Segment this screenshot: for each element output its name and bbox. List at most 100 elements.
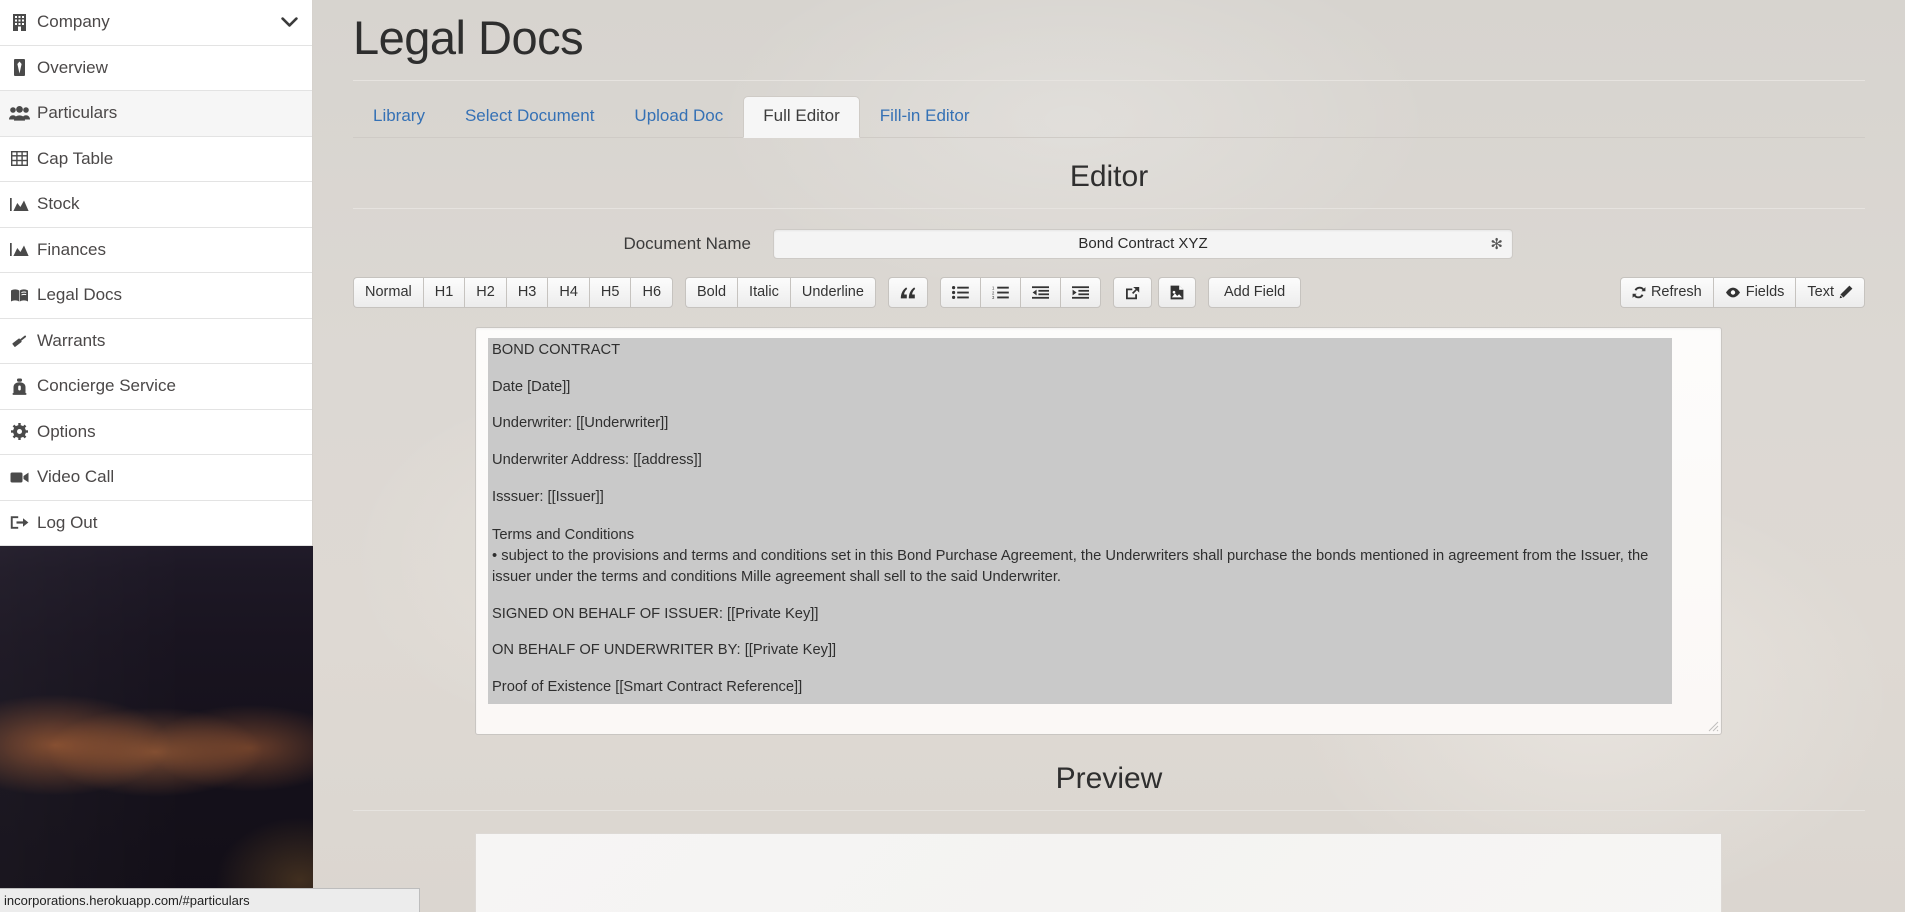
italic-button[interactable]: Italic bbox=[737, 277, 790, 309]
sidebar-item-label: Warrants bbox=[37, 330, 106, 350]
tab-full-editor[interactable]: Full Editor bbox=[743, 96, 860, 138]
refresh-button[interactable]: Refresh bbox=[1619, 276, 1713, 308]
editor-toolbar: Normal H1 H2 H3 H4 H5 H6 Bold Italic Und… bbox=[353, 269, 1865, 315]
add-field-button-group: Add Field bbox=[1207, 277, 1302, 309]
sidebar-item-label: Cap Table bbox=[37, 148, 114, 168]
area-chart-icon bbox=[8, 197, 30, 212]
browser-status-bar: incorporations.herokuapp.com/#particular… bbox=[0, 888, 420, 912]
editor-toolbar-right-group: Refresh Fields Text bbox=[1619, 276, 1865, 308]
sidebar-item-options[interactable]: Options bbox=[0, 409, 312, 455]
tab-library[interactable]: Library bbox=[353, 96, 445, 137]
document-line: Date [Date]] bbox=[492, 378, 571, 395]
sidebar-nav: Company Overview Particulars Cap Table S… bbox=[0, 0, 313, 546]
gavel-icon bbox=[8, 333, 30, 349]
heading-button-group: Normal H1 H2 H3 H4 H5 H6 bbox=[353, 277, 674, 309]
area-chart-icon bbox=[8, 242, 30, 257]
format-normal-button[interactable]: Normal bbox=[353, 277, 423, 309]
format-h1-button[interactable]: H1 bbox=[422, 277, 465, 309]
sidebar-item-label: Finances bbox=[37, 239, 106, 259]
sidebar-item-particulars[interactable]: Particulars bbox=[0, 91, 312, 137]
indent-button[interactable] bbox=[1059, 277, 1101, 309]
sidebar-item-label: Log Out bbox=[37, 512, 98, 532]
bullet-list-icon bbox=[951, 286, 969, 300]
list-indent-button-group: 123 bbox=[939, 277, 1101, 309]
sidebar-item-overview[interactable]: Overview bbox=[0, 45, 312, 91]
tab-select-document[interactable]: Select Document bbox=[445, 96, 614, 137]
refresh-icon bbox=[1632, 286, 1646, 299]
format-h2-button[interactable]: H2 bbox=[464, 277, 506, 309]
outdent-button[interactable] bbox=[1019, 277, 1060, 309]
tab-upload-doc[interactable]: Upload Doc bbox=[614, 96, 743, 137]
add-field-button[interactable]: Add Field bbox=[1207, 277, 1302, 309]
sidebar-item-cap-table[interactable]: Cap Table bbox=[0, 136, 312, 182]
numbered-list-button[interactable]: 123 bbox=[979, 277, 1020, 309]
preview-pane[interactable] bbox=[475, 832, 1722, 912]
document-editor[interactable]: BOND CONTRACT Date [Date]] Underwriter: … bbox=[475, 326, 1722, 735]
text-button-label: Text bbox=[1807, 283, 1834, 300]
document-name-label: Document Name bbox=[623, 233, 751, 253]
eye-icon bbox=[1725, 287, 1741, 298]
document-name-input[interactable]: Bond Contract XYZ ✻ bbox=[773, 228, 1513, 259]
sidebar-item-label: Video Call bbox=[37, 467, 115, 487]
tab-fill-in-editor[interactable]: Fill-in Editor bbox=[860, 96, 990, 137]
sidebar-item-legal-docs[interactable]: Legal Docs bbox=[0, 273, 312, 319]
format-h6-button[interactable]: H6 bbox=[630, 277, 674, 309]
page-title: Legal Docs bbox=[353, 0, 1865, 81]
document-line: Underwriter: [[Underwriter]] bbox=[492, 415, 669, 432]
resize-handle[interactable] bbox=[1706, 719, 1719, 732]
text-button[interactable]: Text bbox=[1795, 276, 1865, 308]
image-button[interactable] bbox=[1157, 277, 1196, 309]
pencil-icon bbox=[1839, 285, 1853, 299]
document-line: Underwriter Address: [[address]] bbox=[492, 452, 702, 469]
sidebar-item-label: Concierge Service bbox=[37, 376, 176, 396]
svg-text:3: 3 bbox=[992, 295, 995, 299]
document-line: BOND CONTRACT bbox=[492, 341, 621, 358]
blockquote-button[interactable] bbox=[887, 277, 928, 309]
format-h4-button[interactable]: H4 bbox=[547, 277, 589, 309]
sidebar-item-label: Options bbox=[37, 421, 96, 441]
sidebar-item-label: Overview bbox=[37, 57, 108, 77]
sidebar-item-video-call[interactable]: Video Call bbox=[0, 455, 312, 501]
sidebar-item-company[interactable]: Company bbox=[0, 0, 312, 46]
tab-bar: Library Select Document Upload Doc Full … bbox=[353, 81, 1865, 138]
status-bar-url: incorporations.herokuapp.com/#particular… bbox=[4, 893, 250, 908]
image-icon bbox=[1170, 285, 1184, 300]
table-icon bbox=[8, 151, 30, 167]
bullet-list-button[interactable] bbox=[939, 277, 980, 309]
blockquote-icon bbox=[900, 286, 916, 299]
tie-icon bbox=[8, 59, 30, 77]
sidebar-item-concierge-service[interactable]: Concierge Service bbox=[0, 364, 312, 410]
text-style-button-group: Bold Italic Underline bbox=[685, 277, 876, 309]
link-button[interactable] bbox=[1112, 277, 1152, 309]
blockquote-button-group bbox=[887, 277, 928, 309]
format-h3-button[interactable]: H3 bbox=[505, 277, 548, 309]
document-line: Proof of Existence [[Smart Contract Refe… bbox=[492, 679, 803, 696]
document-line: SIGNED ON BEHALF OF ISSUER: [[Private Ke… bbox=[492, 605, 819, 622]
sidebar-item-label: Particulars bbox=[37, 103, 118, 123]
building-icon bbox=[8, 13, 30, 31]
numbered-list-icon: 123 bbox=[992, 286, 1009, 299]
chevron-down-icon[interactable] bbox=[281, 17, 298, 28]
underline-button[interactable]: Underline bbox=[789, 277, 876, 309]
sidebar: Company Overview Particulars Cap Table S… bbox=[0, 0, 313, 912]
sidebar-item-warrants[interactable]: Warrants bbox=[0, 318, 312, 364]
preview-heading: Preview bbox=[353, 735, 1865, 811]
image-button-group bbox=[1157, 277, 1196, 309]
bold-button[interactable]: Bold bbox=[685, 277, 738, 309]
fields-button[interactable]: Fields bbox=[1712, 276, 1796, 308]
sidebar-item-log-out[interactable]: Log Out bbox=[0, 500, 312, 546]
document-editor-content[interactable]: BOND CONTRACT Date [Date]] Underwriter: … bbox=[488, 337, 1672, 705]
sidebar-item-label: Company bbox=[37, 12, 110, 32]
video-camera-icon bbox=[8, 471, 30, 484]
document-name-row: Document Name Bond Contract XYZ ✻ bbox=[353, 209, 1865, 269]
sidebar-item-label: Stock bbox=[37, 194, 80, 214]
refresh-button-label: Refresh bbox=[1650, 283, 1702, 300]
sidebar-item-finances[interactable]: Finances bbox=[0, 227, 312, 273]
sidebar-item-label: Legal Docs bbox=[37, 285, 123, 305]
sidebar-item-stock[interactable]: Stock bbox=[0, 182, 312, 228]
document-line: Isssuer: [[Issuer]] bbox=[492, 489, 604, 506]
link-icon bbox=[1125, 286, 1140, 300]
fields-button-label: Fields bbox=[1745, 283, 1785, 300]
format-h5-button[interactable]: H5 bbox=[588, 277, 631, 309]
book-icon bbox=[8, 288, 30, 303]
